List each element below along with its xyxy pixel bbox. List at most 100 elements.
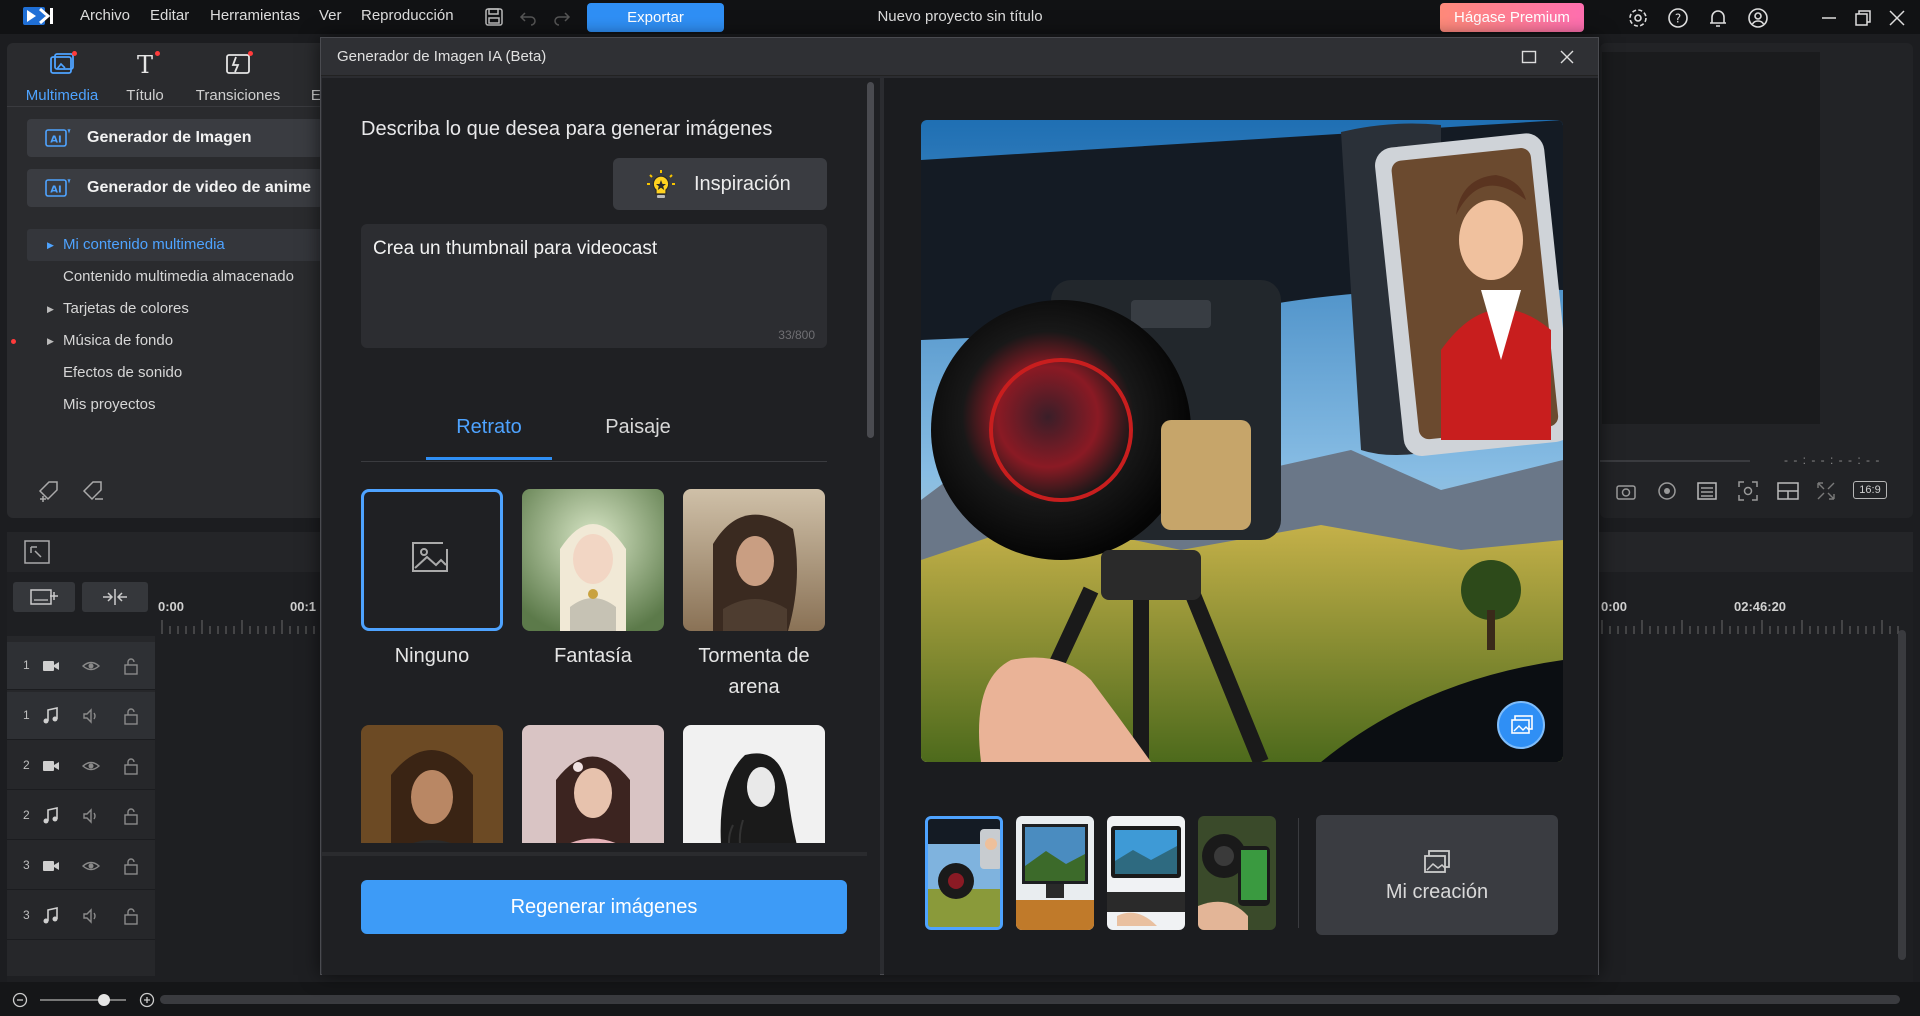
speaker-icon[interactable]: [81, 906, 101, 926]
regenerate-images-button[interactable]: Regenerar imágenes: [361, 880, 847, 934]
track-row-audio[interactable]: 2: [7, 792, 155, 840]
style-card-fantasy[interactable]: [522, 489, 664, 631]
export-button[interactable]: Exportar: [587, 3, 724, 32]
layout-split-icon[interactable]: [1776, 480, 1799, 502]
tree-color-boards[interactable]: ▶ Tarjetas de colores: [27, 293, 323, 325]
menu-herramientas[interactable]: Herramientas: [210, 0, 300, 34]
maximize-icon[interactable]: [1521, 49, 1537, 65]
track-number: 3: [23, 908, 30, 922]
help-icon[interactable]: ?: [1667, 7, 1689, 29]
redo-icon[interactable]: [552, 7, 572, 27]
eye-icon[interactable]: [81, 656, 101, 676]
image-gallery-icon[interactable]: [1497, 701, 1545, 749]
video-camera-icon: [41, 856, 61, 876]
tab-transiciones[interactable]: Transiciones: [195, 51, 281, 104]
add-track-button[interactable]: [13, 582, 75, 612]
my-creation-button[interactable]: Mi creación: [1316, 815, 1558, 935]
image-generator-button[interactable]: AI Generador de Imagen: [27, 119, 323, 157]
track-row-video[interactable]: 2: [7, 742, 155, 790]
style-card-portrait-5[interactable]: [522, 725, 664, 843]
timeline-mode-icon[interactable]: [23, 539, 51, 565]
track-number: 1: [23, 708, 30, 722]
timeline-horizontal-scrollbar[interactable]: [160, 995, 1900, 1004]
style-card-portrait-4[interactable]: [361, 725, 503, 843]
eye-icon[interactable]: [81, 856, 101, 876]
ai-icon: AI: [45, 128, 71, 148]
lock-icon[interactable]: [121, 656, 141, 676]
ruler-time-mark: 00:1: [290, 599, 317, 614]
prompt-input[interactable]: Crea un thumbnail para videocast 33/800: [361, 224, 827, 348]
tab-titulo[interactable]: T Título: [102, 51, 188, 104]
speaker-icon[interactable]: [81, 806, 101, 826]
preview-progress-track[interactable]: [1600, 460, 1750, 462]
settings-icon[interactable]: [1627, 7, 1649, 29]
style-card-sketch[interactable]: [683, 725, 825, 843]
dialog-title: Generador de Imagen IA (Beta): [337, 48, 547, 65]
ruler-time-start: 0:00: [158, 599, 185, 614]
preview-timecode: - - : - - : - - : - -: [1784, 453, 1881, 467]
zoom-in-icon[interactable]: [139, 992, 155, 1008]
thumbnail-3[interactable]: [1107, 816, 1185, 930]
media-icon: [48, 51, 77, 79]
inspiration-button[interactable]: Inspiración: [613, 158, 827, 210]
zoom-slider-track[interactable]: [40, 999, 126, 1001]
remove-tag-icon[interactable]: [81, 479, 107, 503]
cards-bottom-divider: [322, 852, 867, 856]
close-icon[interactable]: [1559, 49, 1575, 65]
lock-icon[interactable]: [121, 806, 141, 826]
thumbnail-2[interactable]: [1016, 816, 1094, 930]
lock-icon[interactable]: [121, 706, 141, 726]
track-row-audio[interactable]: 1: [7, 692, 155, 740]
minimize-icon[interactable]: [1818, 7, 1840, 29]
left-pane-scrollbar[interactable]: [867, 82, 874, 438]
lock-icon[interactable]: [121, 906, 141, 926]
eye-icon[interactable]: [81, 756, 101, 776]
restore-window-icon[interactable]: [1852, 7, 1874, 29]
thumbnail-4[interactable]: [1198, 816, 1276, 930]
timeline-vertical-scrollbar[interactable]: [1898, 630, 1906, 960]
menu-archivo[interactable]: Archivo: [80, 0, 130, 34]
close-app-icon[interactable]: [1886, 7, 1908, 29]
fit-timeline-button[interactable]: [82, 582, 148, 612]
track-number: 2: [23, 758, 30, 772]
track-row-audio[interactable]: 3: [7, 892, 155, 940]
style-card-none[interactable]: [361, 489, 503, 631]
tree-my-media[interactable]: ▶ Mi contenido multimedia: [27, 229, 323, 261]
tab-retrato[interactable]: Retrato: [426, 416, 552, 460]
tab-paisaje[interactable]: Paisaje: [575, 416, 701, 460]
aspect-ratio-badge[interactable]: 16:9: [1853, 481, 1887, 499]
snapshot-camera-icon[interactable]: [1615, 480, 1637, 502]
tree-stored-media[interactable]: Contenido multimedia almacenado: [27, 261, 323, 293]
thumbnail-1[interactable]: [925, 816, 1003, 930]
tab-multimedia[interactable]: Multimedia: [19, 51, 105, 104]
anime-video-generator-button[interactable]: AI Generador de video de anime: [27, 169, 323, 207]
expand-arrow-icon: ▶: [47, 240, 54, 250]
svg-text:AI: AI: [50, 135, 61, 146]
add-tag-icon[interactable]: [37, 479, 63, 503]
prompt-text[interactable]: Crea un thumbnail para videocast: [373, 238, 657, 260]
lock-icon[interactable]: [121, 756, 141, 776]
zoom-out-icon[interactable]: [12, 992, 28, 1008]
save-icon[interactable]: [484, 7, 504, 27]
record-icon[interactable]: [1656, 480, 1678, 502]
zoom-fit-icon[interactable]: [1737, 480, 1759, 502]
tree-my-projects[interactable]: Mis proyectos: [27, 389, 323, 421]
track-row-video[interactable]: 1: [7, 642, 155, 690]
zoom-slider-knob[interactable]: [98, 994, 110, 1006]
style-card-sandstorm[interactable]: [683, 489, 825, 631]
undo-icon[interactable]: [518, 7, 538, 27]
menu-ver[interactable]: Ver: [319, 0, 342, 34]
subtitles-icon[interactable]: [1696, 480, 1718, 502]
tree-background-music[interactable]: ▶ Música de fondo: [11, 325, 323, 357]
notification-bell-icon[interactable]: [1707, 7, 1729, 29]
user-account-icon[interactable]: [1747, 7, 1769, 29]
menu-reproduccion[interactable]: Reproducción: [361, 0, 454, 34]
menu-editar[interactable]: Editar: [150, 0, 189, 34]
track-row-video[interactable]: 3: [7, 842, 155, 890]
tree-sound-effects[interactable]: Efectos de sonido: [27, 357, 323, 389]
speaker-icon[interactable]: [81, 706, 101, 726]
premium-button[interactable]: Hágase Premium: [1440, 3, 1584, 32]
tab-divider: [361, 461, 827, 462]
lock-icon[interactable]: [121, 856, 141, 876]
fullscreen-icon[interactable]: [1815, 480, 1837, 502]
